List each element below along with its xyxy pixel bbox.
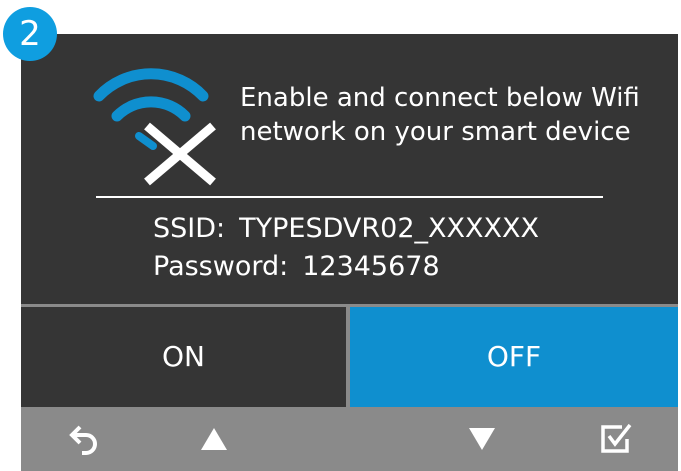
- back-button[interactable]: [49, 407, 119, 471]
- on-button[interactable]: ON: [21, 307, 346, 407]
- wifi-toggle: ON OFF: [21, 304, 678, 407]
- password-value: 12345678: [302, 251, 440, 282]
- password-row: Password: 12345678: [153, 248, 539, 286]
- ssid-label: SSID:: [153, 213, 226, 244]
- device-screen: Enable and connect below Wifi network on…: [21, 34, 678, 471]
- back-arrow-icon: [69, 425, 97, 455]
- instruction-line-2: network on your smart device: [240, 117, 631, 147]
- nav-bar: [21, 407, 678, 471]
- confirm-button[interactable]: [581, 407, 651, 471]
- ssid-value: TYPESDVR02_XXXXXX: [239, 213, 539, 244]
- instruction-message: Enable and connect below Wifi network on…: [240, 81, 660, 149]
- divider: [96, 196, 603, 198]
- wifi-credentials: SSID: TYPESDVR02_XXXXXX Password: 12345678: [153, 210, 539, 286]
- password-label: Password:: [153, 251, 289, 282]
- triangle-up-icon: [201, 428, 227, 450]
- triangle-down-icon: [469, 428, 495, 450]
- checkbox-check-icon: [601, 423, 632, 453]
- wifi-off-icon: [93, 68, 216, 186]
- ssid-row: SSID: TYPESDVR02_XXXXXX: [153, 210, 539, 248]
- off-button[interactable]: OFF: [350, 307, 678, 407]
- step-badge: 2: [3, 7, 57, 61]
- down-button[interactable]: [447, 407, 517, 471]
- page: 2 Enable and connect below Wifi network …: [0, 0, 681, 471]
- up-button[interactable]: [179, 407, 249, 471]
- instruction-line-1: Enable and connect below Wifi: [240, 83, 640, 113]
